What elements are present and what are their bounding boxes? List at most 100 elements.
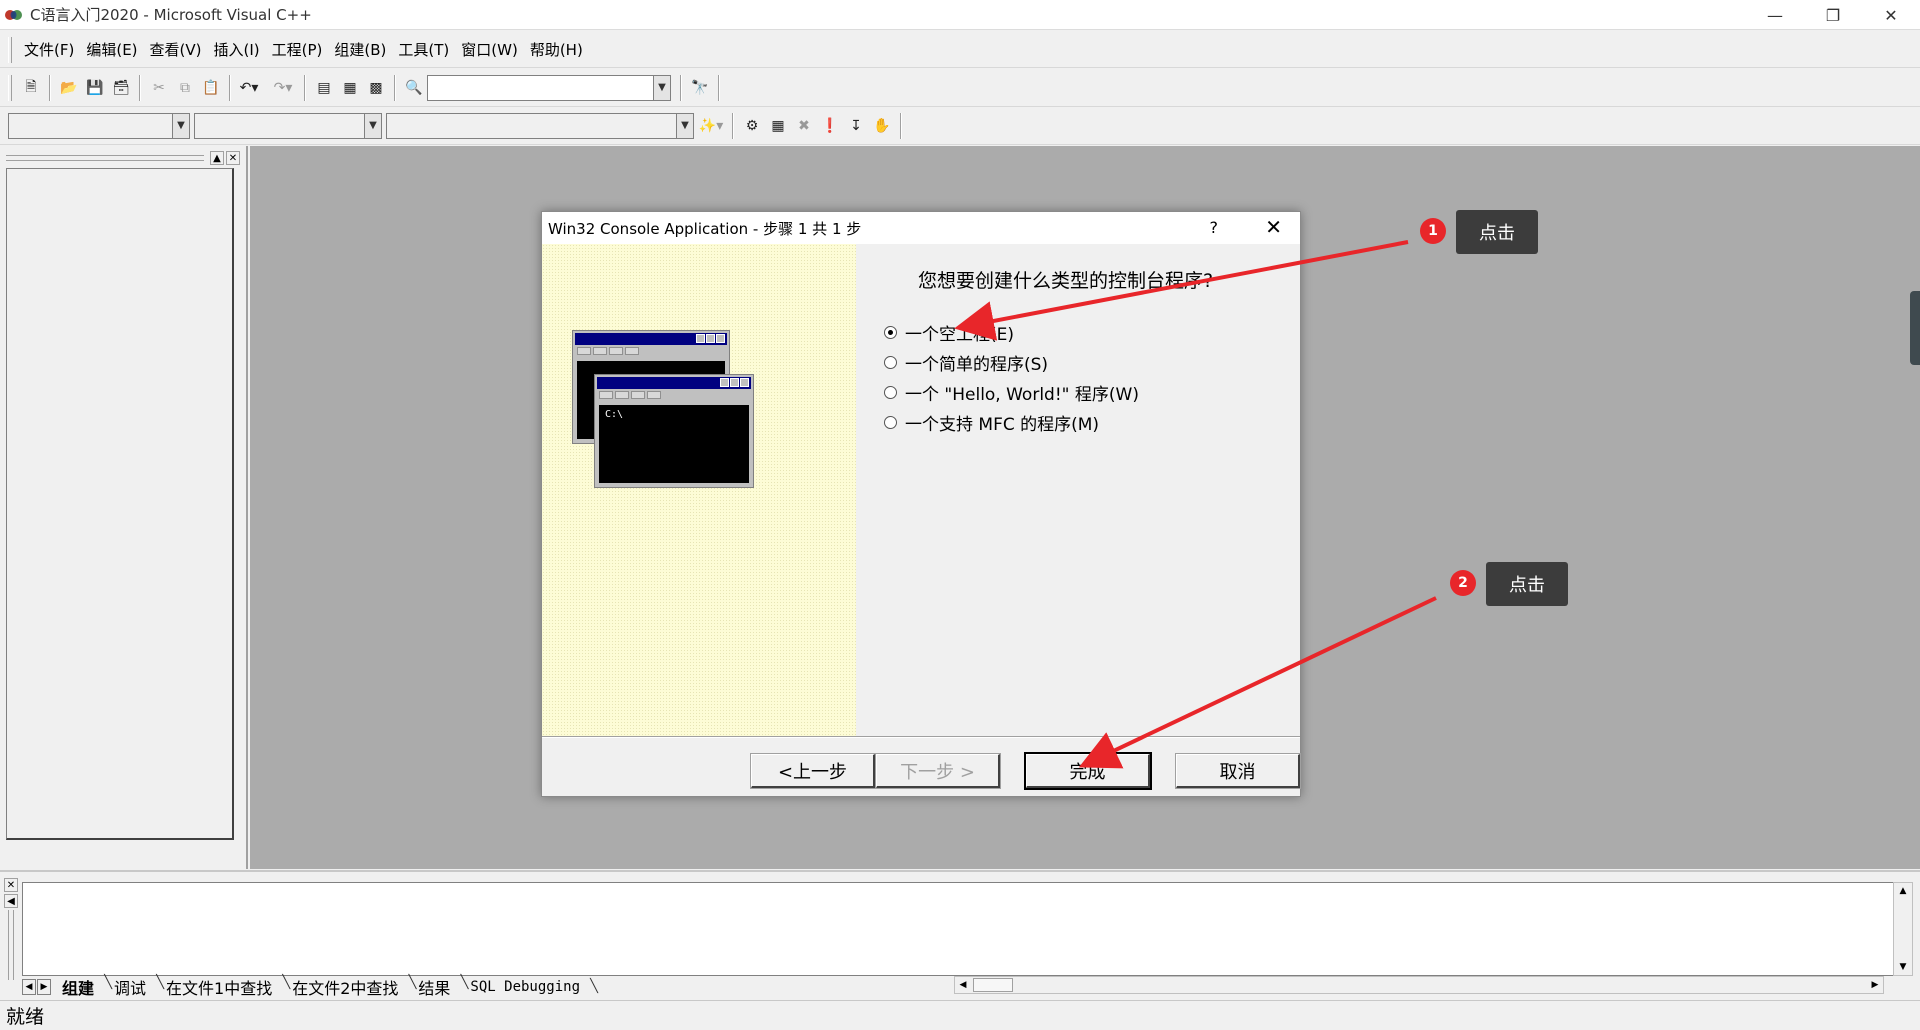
workspace-grip[interactable]	[6, 155, 204, 161]
find-combo[interactable]: ▼	[427, 74, 671, 101]
tab-debug[interactable]: 调试	[104, 975, 164, 999]
menu-tools[interactable]: 工具(T)	[392, 39, 455, 60]
workspace-close-icon[interactable]: ✕	[226, 151, 240, 165]
menu-view[interactable]: 查看(V)	[144, 39, 208, 60]
output-horizontal-scrollbar[interactable]: ◀ ▶	[954, 976, 1884, 994]
members-combo-dropdown-icon[interactable]: ▼	[676, 112, 694, 139]
output-close-icon[interactable]: ✕	[4, 878, 18, 892]
win32-console-wizard-dialog: Win32 Console Application - 步骤 1 共 1 步 ?…	[541, 211, 1301, 797]
annotation-badge-2: 2	[1450, 570, 1476, 596]
execute-icon[interactable]: ❗	[817, 113, 843, 139]
new-file-icon[interactable]: 🗎	[18, 75, 44, 101]
tab-build[interactable]: 组建	[52, 975, 112, 999]
console-prompt: C:\	[599, 405, 749, 483]
find-in-files-icon[interactable]: 🔍	[401, 75, 427, 101]
menu-build[interactable]: 组建(B)	[328, 39, 392, 60]
tab-scroll-right-icon[interactable]: ▶	[37, 979, 51, 995]
radio-icon[interactable]	[884, 416, 897, 429]
close-button[interactable]: ✕	[1862, 0, 1920, 30]
tab-results[interactable]: 结果	[408, 975, 468, 999]
restore-button[interactable]: ❐	[1804, 0, 1862, 30]
window-title: C语言入门2020 - Microsoft Visual C++	[30, 6, 312, 24]
redo-icon[interactable]: ↷▾	[270, 75, 296, 101]
option-hello-world[interactable]: 一个 "Hello, World!" 程序(W)	[884, 380, 1139, 405]
scroll-up-icon[interactable]: ▲	[1894, 883, 1912, 899]
find-combo-input[interactable]	[427, 74, 653, 101]
scroll-left-icon[interactable]: ◀	[955, 977, 971, 993]
workspace-tree[interactable]	[6, 168, 234, 840]
radio-icon[interactable]	[884, 356, 897, 369]
option-label: 一个简单的程序(S)	[905, 355, 1049, 375]
undo-icon[interactable]: ↶▾	[236, 75, 262, 101]
copy-icon[interactable]: ⧉	[172, 75, 198, 101]
paste-icon[interactable]: 📋	[198, 75, 224, 101]
search-binoculars-icon[interactable]: 🔭	[687, 75, 713, 101]
scroll-thumb[interactable]	[973, 978, 1013, 992]
compile-icon[interactable]: ⚙	[739, 113, 765, 139]
toolbar-grip[interactable]	[8, 74, 12, 101]
tab-scroll-left-icon[interactable]: ◀	[22, 979, 36, 995]
scroll-down-icon[interactable]: ▼	[1894, 959, 1912, 975]
menu-edit[interactable]: 编辑(E)	[80, 39, 143, 60]
filter-combo-dropdown-icon[interactable]: ▼	[364, 112, 382, 139]
menu-grip[interactable]	[8, 36, 12, 63]
tab-find-in-files-1[interactable]: 在文件1中查找	[156, 975, 290, 999]
finish-button[interactable]: 完成	[1024, 752, 1152, 790]
dialog-close-icon[interactable]: ✕	[1265, 215, 1282, 239]
menu-help[interactable]: 帮助(H)	[524, 39, 589, 60]
radio-selected-icon[interactable]	[884, 326, 897, 339]
workspace-panel: ▲ ✕	[0, 146, 248, 869]
open-folder-icon[interactable]: 📂	[56, 75, 82, 101]
back-button[interactable]: <上一步	[750, 753, 876, 789]
class-combo-dropdown-icon[interactable]: ▼	[172, 112, 190, 139]
wizard-action-icon[interactable]: ✨▾	[698, 113, 724, 139]
status-text: 就绪	[6, 1006, 45, 1028]
output-window-icon[interactable]: ▦	[337, 75, 363, 101]
output-maximize-icon[interactable]: ◀	[4, 894, 18, 908]
stop-build-icon[interactable]: ✖	[791, 113, 817, 139]
cut-icon[interactable]: ✂	[146, 75, 172, 101]
menu-window[interactable]: 窗口(W)	[455, 39, 524, 60]
output-tabs: ◀ ▶ 组建 调试 在文件1中查找 在文件2中查找 结果 SQL Debuggi…	[22, 975, 598, 999]
tab-find-in-files-2[interactable]: 在文件2中查找	[282, 975, 416, 999]
title-bar: C语言入门2020 - Microsoft Visual C++ — ❐ ✕	[0, 0, 1920, 30]
close-icon: ✕	[1884, 5, 1898, 25]
window-list-icon[interactable]: ▩	[363, 75, 389, 101]
status-bar: 就绪	[0, 1000, 1920, 1030]
minimize-button[interactable]: —	[1746, 0, 1804, 30]
breakpoint-hand-icon[interactable]: ✋	[869, 113, 895, 139]
members-combo[interactable]: ▼	[386, 112, 694, 139]
menu-file[interactable]: 文件(F)	[18, 39, 80, 60]
restore-icon: ❐	[1825, 5, 1841, 25]
tab-sql-debugging[interactable]: SQL Debugging	[460, 979, 597, 995]
output-text-area[interactable]	[22, 882, 1895, 976]
dialog-divider	[542, 736, 1300, 738]
scroll-right-icon[interactable]: ▶	[1867, 977, 1883, 993]
workspace-icon[interactable]: ▤	[311, 75, 337, 101]
menu-insert[interactable]: 插入(I)	[208, 39, 266, 60]
output-vertical-scrollbar[interactable]: ▲ ▼	[1893, 882, 1913, 976]
build-icon[interactable]: ▦	[765, 113, 791, 139]
minimize-icon: —	[1767, 5, 1783, 25]
class-combo[interactable]: ▼	[8, 112, 190, 139]
workspace-header: ▲ ✕	[6, 149, 240, 167]
cancel-button[interactable]: 取消	[1175, 753, 1301, 789]
menu-project[interactable]: 工程(P)	[266, 39, 329, 60]
visual-cpp-logo-icon	[4, 7, 26, 23]
wizard-illustration: C:\	[542, 244, 856, 736]
save-all-icon[interactable]: 🗃	[108, 75, 134, 101]
workspace-maximize-icon[interactable]: ▲	[210, 151, 224, 165]
option-mfc-program[interactable]: 一个支持 MFC 的程序(M)	[884, 410, 1099, 435]
save-icon[interactable]: 💾	[82, 75, 108, 101]
radio-icon[interactable]	[884, 386, 897, 399]
option-empty-project[interactable]: 一个空工程(E)	[884, 320, 1014, 345]
next-button[interactable]: 下一步 >	[875, 753, 1001, 789]
edge-scroll-handle[interactable]	[1910, 291, 1920, 365]
filter-combo[interactable]: ▼	[194, 112, 382, 139]
find-combo-dropdown-icon[interactable]: ▼	[653, 74, 671, 101]
help-icon[interactable]: ?	[1210, 218, 1219, 237]
go-icon[interactable]: ↧	[843, 113, 869, 139]
option-simple-program[interactable]: 一个简单的程序(S)	[884, 350, 1048, 375]
output-grip[interactable]	[8, 910, 14, 980]
wizard-question: 您想要创建什么类型的控制台程序?	[918, 270, 1214, 292]
